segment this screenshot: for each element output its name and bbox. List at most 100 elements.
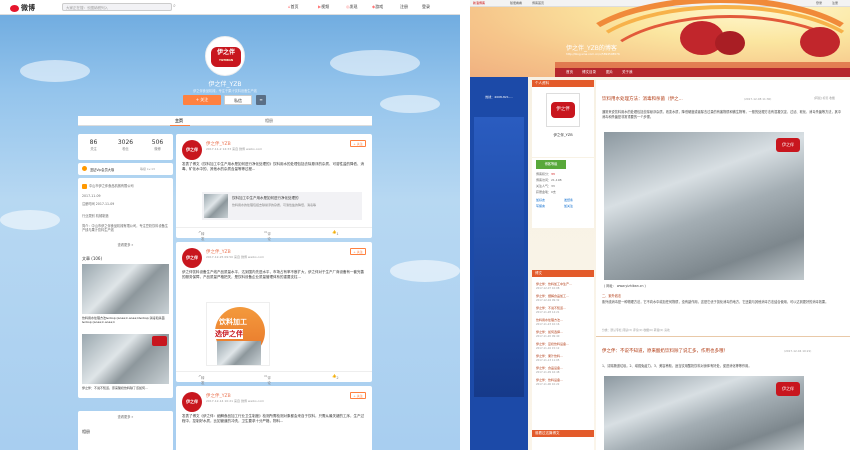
- post-time[interactable]: 2017-11-2 14:33 来自 微博 weibo.com: [206, 147, 262, 151]
- stat-following[interactable]: 86 关注: [78, 139, 109, 151]
- nav-blog-list[interactable]: 博文目录: [582, 70, 596, 75]
- profile-name: 伊之伴_YZB: [208, 81, 242, 88]
- post-text: 发表了博文《饮料加工中生产用水是如何进行净化处理的》饮料用水的处理包括去除悬浮的…: [182, 162, 364, 172]
- ad-hotline: 热线：4008-821-...: [485, 95, 513, 99]
- comment-button[interactable]: ▭ 评论: [264, 374, 271, 385]
- article-list-item[interactable]: 伊之伴：豆奶饮料设备...: [536, 342, 590, 347]
- nav-game[interactable]: ◆游戏: [372, 4, 383, 10]
- stat-posts[interactable]: 506 微博: [142, 139, 173, 151]
- feed-post: 伊之伴 伊之伴_YZB 2017-11-2 14:33 来自 微博 weibo.…: [176, 134, 372, 241]
- article-list-date: 2017-12-04 09:32: [536, 299, 560, 302]
- like-button[interactable]: 👍 2: [332, 374, 339, 380]
- promo-machine: [217, 341, 261, 365]
- tab-album[interactable]: 相册: [265, 118, 273, 124]
- link-login[interactable]: 登录: [816, 1, 822, 5]
- follow-button[interactable]: + 关注: [183, 95, 221, 105]
- article-list: 伊之伴：饮料加工中生产... 2017-12-07 10:08 伊之伴：细解食品…: [532, 277, 594, 450]
- post-time[interactable]: 2017-12-25 09:50 来自 微博 weibo.com: [206, 255, 264, 259]
- post-follow-button[interactable]: + 关注: [350, 392, 366, 399]
- article-list-item[interactable]: 伊之伴：饮料加工中生产...: [536, 282, 590, 287]
- article-list-item[interactable]: 伊之伴：不说不知道...: [536, 306, 590, 311]
- article-2-date: (2017-12-04 10:21): [784, 349, 812, 353]
- stat-followers[interactable]: 3026 粉丝: [110, 139, 141, 151]
- nav-register[interactable]: 注册: [400, 4, 408, 10]
- nav-blog-home[interactable]: 首页: [566, 70, 573, 75]
- article-list-item[interactable]: 饮料用水处理方法...: [536, 318, 590, 323]
- article-1-caption: ( 网址： www.yizhiban.cn ): [604, 284, 646, 288]
- post-time[interactable]: 2017-12-14 10:21 来自 微博 weibo.com: [206, 399, 264, 403]
- article-caption-1[interactable]: 饮料用水处理方法&nbsp;(aoaa;k.aoaa;k&nbsp;消毒和杀菌&…: [82, 316, 169, 324]
- tree-decoration: [800, 27, 840, 57]
- link-random[interactable]: 随便看看: [510, 1, 522, 5]
- article-1-photo[interactable]: 伊之伴: [604, 132, 804, 280]
- blog-profile-name[interactable]: 伊之伴_YZB: [532, 133, 594, 138]
- blog-nav: [555, 68, 850, 77]
- level-card[interactable]: 蓝钻Vip会员大咖 等级 Lv.13: [78, 163, 173, 175]
- weibo-eye-icon: [10, 4, 19, 12]
- article-caption-2[interactable]: 伊之伴：不说不知道，原来酸奶饮料除了该如何...: [82, 386, 169, 390]
- sina-blog-page: 新浪博客 随便看看 博客首页 登录 注册 伊之伴_YZB的博客 http://b…: [470, 0, 850, 450]
- post-follow-button[interactable]: + 关注: [350, 248, 366, 255]
- article-1-section-text: 紫外线消毒是一种物理方法，它不向水中增加任何物质，没有副作用，这是它优于氯化消毒…: [602, 300, 829, 304]
- follow-link[interactable]: 加关注: [564, 204, 573, 208]
- article-list-item[interactable]: 伊之伴：饮料设备...: [536, 378, 590, 383]
- sina-logo[interactable]: 新浪博客: [473, 1, 485, 5]
- article-image-1[interactable]: [82, 264, 169, 314]
- article-1-date: (2017-12-08 11:30): [744, 97, 772, 101]
- weibo-search-input[interactable]: 大家正在搜：长图纳税列入: [62, 3, 172, 11]
- send-note-link[interactable]: 发纸条: [564, 198, 573, 202]
- tab-home[interactable]: 主页: [175, 118, 183, 124]
- tree-decoration: [715, 31, 745, 55]
- forward-button[interactable]: ↗ 转发: [198, 374, 204, 385]
- nav-login[interactable]: 登录: [422, 4, 430, 10]
- article-1-footer[interactable]: 分类：默认专栏 阅读(3) 评论(0) 收藏(0) 转载(0) 喜欢: [602, 328, 842, 332]
- leave-message-link[interactable]: 写留言: [536, 204, 545, 208]
- feed-post: 伊之伴 伊之伴_YZB 2017-12-25 09:50 来自 微博 weibo…: [176, 242, 372, 385]
- vip-icon: [82, 166, 87, 171]
- comment-button[interactable]: ▭ 评论: [264, 230, 271, 241]
- article-2-photo[interactable]: 伊之伴: [604, 376, 804, 450]
- like-button[interactable]: 👍 1: [332, 230, 339, 236]
- left-ad-banner[interactable]: 热线：4008-821-...: [470, 77, 528, 450]
- blog-title[interactable]: 伊之伴_YZB的博客: [566, 43, 617, 52]
- nav-home[interactable]: ⌂首页: [288, 4, 299, 10]
- add-friend-link[interactable]: 加好友: [536, 198, 545, 202]
- article-divider: [596, 336, 850, 337]
- link-blog-home[interactable]: 博客首页: [532, 1, 544, 5]
- message-button[interactable]: 私信: [224, 95, 252, 105]
- link-card[interactable]: 饮料加工中生产用水是如何进行净化处理的 饮料用水的处理包括去除悬浮的杂质，可溶性…: [202, 192, 362, 220]
- blog-url[interactable]: http://blog.sina.com.cn/u/5894598576: [566, 52, 620, 56]
- search-icon[interactable]: ⌕: [173, 3, 176, 9]
- info-more-link[interactable]: 查看更多 »: [78, 242, 173, 247]
- blog-avatar[interactable]: 伊之伴: [546, 93, 580, 127]
- nav-video[interactable]: ▶视频: [318, 4, 329, 10]
- forward-button[interactable]: ↗ 转发: [198, 230, 204, 241]
- article-list-item[interactable]: 伊之伴：细解食品加工...: [536, 294, 590, 299]
- article-list-item[interactable]: 伊之伴：果汁饮料...: [536, 354, 590, 359]
- link-card-image: [204, 194, 228, 218]
- post-image[interactable]: 饮料加工 选伊之伴: [206, 302, 270, 366]
- nav-discover[interactable]: ◎发现: [346, 4, 358, 10]
- post-avatar[interactable]: 伊之伴: [182, 140, 202, 160]
- nav-blog-about[interactable]: 关于我: [622, 70, 633, 75]
- post-avatar[interactable]: 伊之伴: [182, 248, 202, 268]
- nav-blog-images[interactable]: 图片: [606, 70, 613, 75]
- promo-text-1: 饮料加工: [219, 318, 247, 326]
- post-avatar[interactable]: 伊之伴: [182, 392, 202, 412]
- profile-avatar[interactable]: 伊之伴 YIZHIBAN: [205, 36, 245, 76]
- article-1-tools[interactable]: [转载] 标签 收藏: [814, 96, 835, 100]
- cloud-decoration: [380, 95, 440, 113]
- article-2-title[interactable]: 伊之伴：不说不知道，原来酸奶饮料除了说汇多，作用也多哦！: [602, 348, 782, 354]
- profile-panel-header: 个人资料: [532, 80, 594, 87]
- post-follow-button[interactable]: + 关注: [350, 140, 366, 147]
- article-list-date: 2017-11-16 15:12: [536, 347, 560, 350]
- album-more-link[interactable]: 查看更多 »: [78, 414, 173, 419]
- weibo-logo[interactable]: 微博: [10, 3, 35, 13]
- more-menu-button[interactable]: ≡: [256, 95, 266, 105]
- article-list-item[interactable]: 伊之伴：如何选择...: [536, 330, 590, 335]
- article-1-title[interactable]: 饮料用水处理方法：消毒和杀菌（伊之...: [602, 96, 742, 102]
- link-register[interactable]: 注册: [832, 1, 838, 5]
- feed-post: 伊之伴 伊之伴_YZB 2017-12-14 10:21 来自 微博 weibo…: [176, 386, 372, 450]
- photo-brand-watermark: 伊之伴: [776, 138, 800, 152]
- article-list-item[interactable]: 伊之伴：食品设备...: [536, 366, 590, 371]
